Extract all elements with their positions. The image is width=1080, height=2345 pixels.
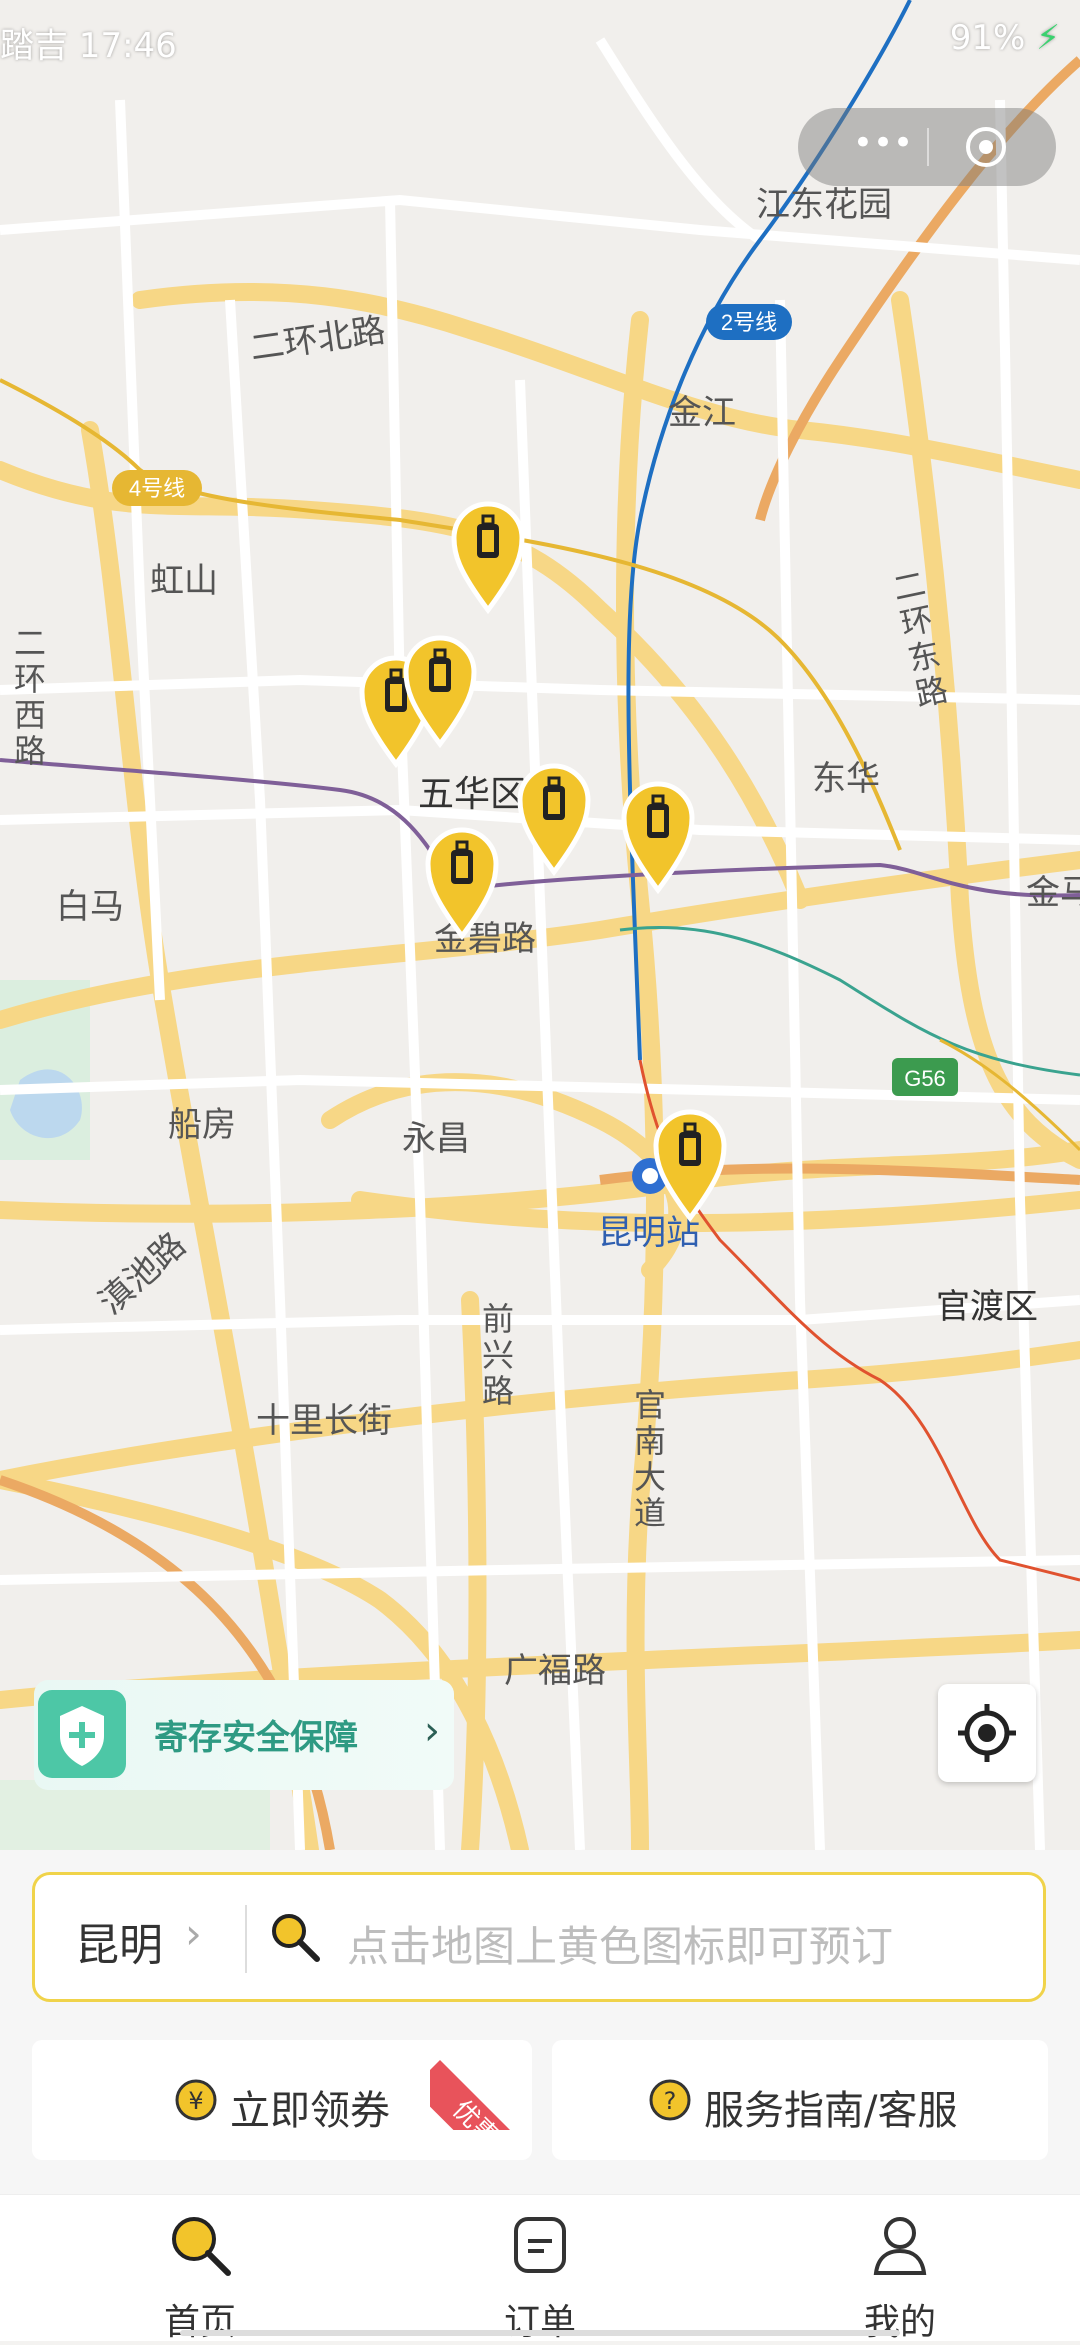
label-jinbi-lu: 金碧路: [434, 919, 536, 959]
storage-safety-banner[interactable]: 寄存安全保障 ›: [34, 1680, 454, 1790]
label-jinjiang: 金江: [668, 393, 736, 433]
status-bar: 踏吉 17:46 91% ⚡: [0, 0, 1080, 80]
g56-label: G56: [904, 1066, 946, 1091]
chevron-right-icon: ›: [185, 1909, 202, 1958]
line2-label: 2号线: [721, 310, 777, 335]
label-hongshan: 虹山: [150, 561, 218, 601]
label-guannan-dadao: 官南大道: [634, 1386, 666, 1532]
svg-text:?: ?: [664, 2087, 677, 2115]
line4-label: 4号线: [129, 476, 185, 501]
discount-ribbon-label: 优惠: [430, 2060, 520, 2130]
service-guide-label: 服务指南/客服: [704, 2088, 958, 2134]
orders-icon: [514, 2217, 566, 2273]
tab-orders[interactable]: 订单: [440, 2195, 640, 2343]
discount-ribbon: 优惠: [430, 2040, 520, 2130]
label-wuhua-qu: 五华区: [418, 774, 526, 815]
shield-icon: [38, 1690, 126, 1778]
tab-home[interactable]: 首页: [100, 2195, 300, 2343]
yen-coin-icon: ¥: [175, 2079, 217, 2121]
g56-badge: G56: [892, 1058, 958, 1096]
label-yongchang: 永昌: [402, 1119, 470, 1159]
home-indicator: [180, 2330, 900, 2336]
miniprogram-capsule: •••: [798, 108, 1056, 186]
more-dots-icon[interactable]: •••: [838, 126, 928, 166]
search-placeholder[interactable]: 点击地图上黄色图标即可预订: [347, 1913, 893, 1974]
safety-banner-label: 寄存安全保障: [154, 1718, 358, 1758]
label-shili-changjie: 十里长街: [256, 1401, 392, 1441]
label-donghua: 东华: [812, 759, 880, 799]
line4-badge: 4号线: [112, 470, 202, 506]
user-icon: [873, 2217, 927, 2275]
svg-text:¥: ¥: [188, 2087, 203, 2115]
bottom-tab-bar: 首页 订单 我的: [0, 2194, 1080, 2343]
crosshair-icon: [958, 1704, 1016, 1762]
tab-home-label: 首页: [163, 2302, 236, 2343]
service-guide-button[interactable]: ? 服务指南/客服: [552, 2040, 1048, 2160]
line2-badge: 2号线: [706, 304, 792, 340]
search-divider: [245, 1905, 247, 1973]
search-home-icon: [172, 2217, 231, 2276]
locate-me-button[interactable]: [938, 1684, 1036, 1782]
close-target-icon[interactable]: [964, 125, 1008, 169]
battery-percent: 91%: [949, 18, 1026, 58]
coupon-label: 立即领券: [230, 2088, 390, 2134]
label-guandu-qu: 官渡区: [936, 1287, 1038, 1327]
city-selector[interactable]: 昆明: [75, 1909, 163, 1973]
help-question-icon: ?: [649, 2079, 691, 2121]
tab-profile-label: 我的: [863, 2302, 936, 2343]
label-kunming-zhan: 昆明站: [598, 1213, 700, 1253]
label-baima: 白马: [56, 887, 124, 927]
chevron-right-icon: ›: [424, 1708, 440, 1754]
tab-orders-label: 订单: [503, 2302, 576, 2343]
label-qianxing-lu: 前兴路: [482, 1300, 514, 1410]
label-jin-right: 金马: [1026, 873, 1080, 913]
map[interactable]: 2号线 4号线 G56 江东花园 二环北路 金江 虹山 五华区 东华 白马 金碧…: [0, 0, 1080, 1850]
charging-icon: ⚡: [1036, 18, 1060, 58]
status-battery: 91% ⚡: [950, 18, 1060, 58]
label-jiangdong-huayuan: 江东花园: [756, 185, 892, 225]
label-guangfu-lu: 广福路: [504, 1651, 606, 1691]
search-icon: [272, 1914, 320, 1962]
label-chuanfang: 船房: [168, 1105, 236, 1145]
tab-profile[interactable]: 我的: [800, 2195, 1000, 2343]
label-erhuan-xilu: 二环西路: [14, 624, 46, 770]
search-bar[interactable]: 昆明 › 点击地图上黄色图标即可预订: [32, 1872, 1046, 2002]
capsule-divider: [927, 128, 929, 166]
status-carrier-time: 踏吉 17:46: [0, 26, 177, 66]
